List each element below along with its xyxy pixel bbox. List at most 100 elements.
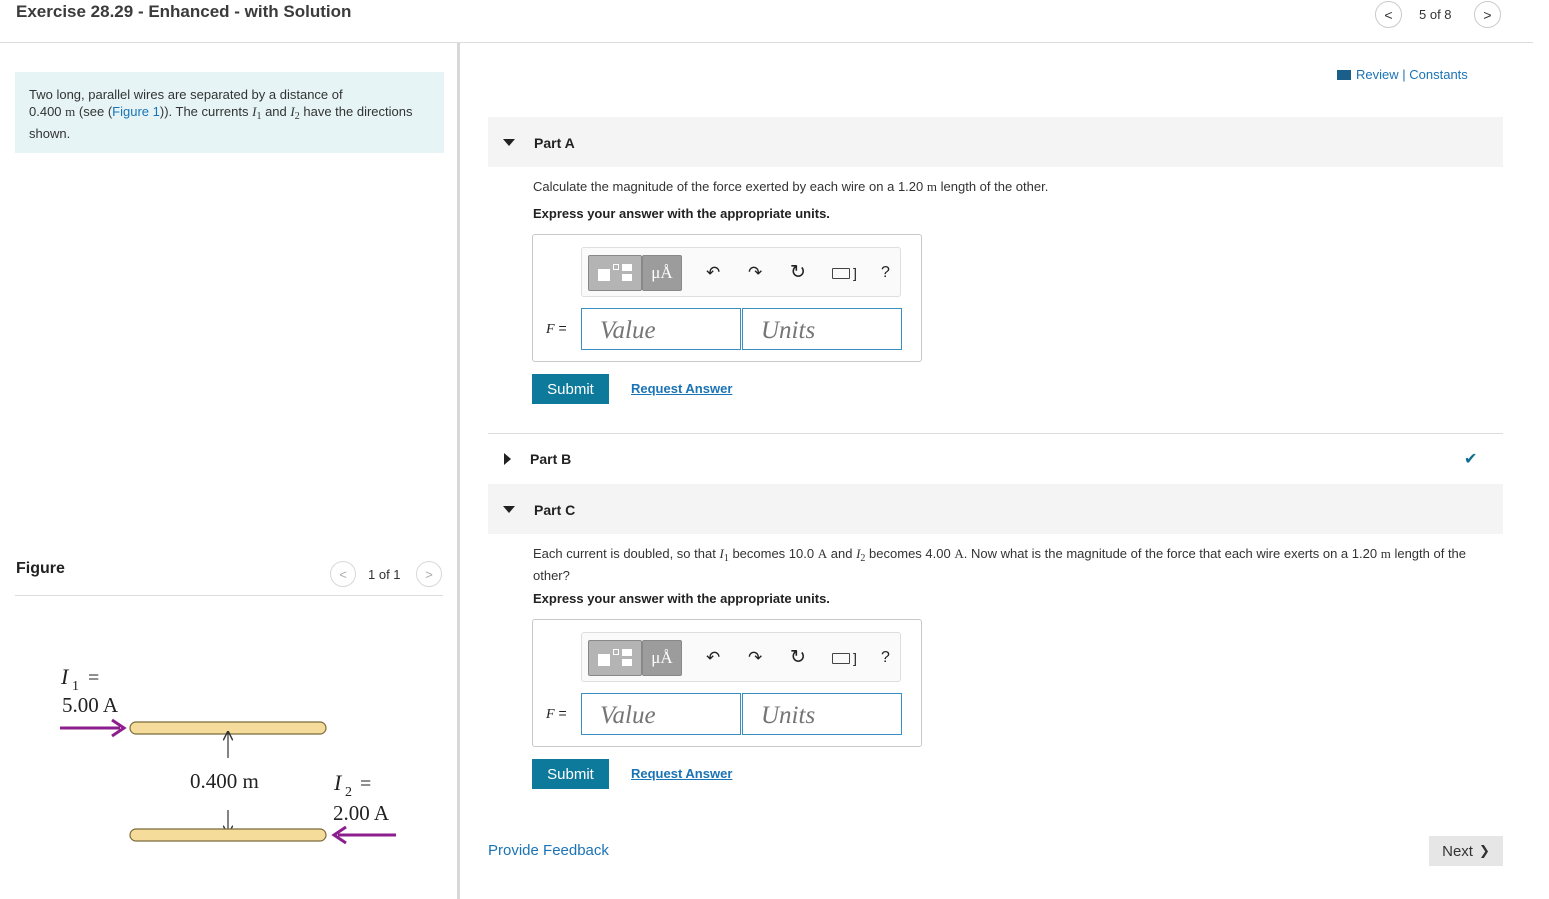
question-text: length of the other. [940, 179, 1049, 194]
answer-variable: F = [546, 705, 567, 723]
chevron-right-icon: > [425, 566, 433, 582]
question-text: becomes 10.0 [732, 546, 815, 561]
variable-f: F [546, 707, 555, 722]
keyboard-icon[interactable] [832, 268, 850, 279]
i1-symbol: I [60, 664, 70, 689]
template-block [598, 269, 610, 281]
length-value: 1.20 [897, 179, 924, 194]
unit-a: A [817, 546, 828, 561]
next-item-button[interactable]: > [1474, 1, 1501, 28]
i1-equals: = [88, 667, 99, 689]
part-divider [488, 433, 1503, 434]
figure-diagram: I 1 = 5.00 A 0.400 m I 2 = 2.00 A [60, 664, 396, 845]
math-toolbar: μÅ ↶ ↷ ↻ ] ? [581, 247, 901, 297]
answer-variable: F = [546, 320, 567, 338]
unit-m: m [65, 104, 76, 119]
template-block [622, 274, 632, 281]
problem-intro: Two long, parallel wires are separated b… [15, 72, 444, 153]
intro-text: and [265, 104, 287, 119]
link-separator: | [1402, 67, 1406, 82]
question-text: . Now what is the magnitude of the force… [963, 546, 1378, 561]
template-block [598, 654, 610, 666]
constants-link[interactable]: Constants [1409, 67, 1468, 82]
equals-sign: = [558, 705, 567, 721]
figure-pager: 1 of 1 [368, 567, 401, 582]
unit-a: A [954, 546, 964, 561]
part-a-question: Calculate the magnitude of the force exe… [533, 178, 1048, 195]
part-c-submit-button[interactable]: Submit [532, 759, 609, 789]
keyboard-bracket: ] [853, 265, 857, 281]
current-subscript: 1 [256, 111, 262, 122]
part-a-label: Part A [534, 135, 575, 151]
i2-equals: = [360, 773, 371, 795]
part-c-header[interactable]: Part C [488, 484, 1503, 534]
provide-feedback-link[interactable]: Provide Feedback [488, 842, 609, 859]
math-toolbar: μÅ ↶ ↷ ↻ ] ? [581, 632, 901, 682]
equals-sign: = [558, 320, 567, 336]
caret-right-icon [504, 453, 511, 465]
figure-divider [15, 595, 443, 596]
units-button[interactable]: μÅ [642, 255, 682, 291]
i2-subscript: 2 [345, 785, 352, 800]
part-a-request-answer-link[interactable]: Request Answer [631, 381, 732, 396]
unit-m: m [926, 179, 938, 194]
units-button[interactable]: μÅ [642, 640, 682, 676]
reset-icon[interactable]: ↻ [790, 646, 806, 669]
undo-icon[interactable]: ↶ [706, 263, 720, 283]
part-c-request-answer-link[interactable]: Request Answer [631, 766, 732, 781]
caret-down-icon [503, 506, 515, 513]
previous-item-button[interactable]: < [1375, 1, 1402, 28]
column-divider[interactable] [457, 43, 460, 899]
question-text: Each current is doubled, so that [533, 546, 716, 561]
wire-bottom [129, 828, 327, 842]
value-input[interactable] [581, 308, 741, 350]
part-c-question: Each current is doubled, so that I1 beco… [533, 545, 1503, 584]
template-block [613, 649, 619, 655]
keyboard-icon[interactable] [832, 653, 850, 664]
redo-icon[interactable]: ↷ [748, 648, 762, 668]
template-block [622, 659, 632, 666]
figure-next-button[interactable]: > [416, 561, 442, 587]
caret-down-icon [503, 139, 515, 146]
i2-value: 2.00 A [333, 801, 390, 825]
help-icon[interactable]: ? [881, 649, 890, 667]
chevron-right-icon: > [1483, 6, 1492, 23]
part-a-submit-button[interactable]: Submit [532, 374, 609, 404]
value-input[interactable] [581, 693, 741, 735]
review-constants: Review | Constants [1337, 67, 1468, 82]
template-block [613, 264, 619, 270]
units-input[interactable] [742, 693, 902, 735]
redo-icon[interactable]: ↷ [748, 263, 762, 283]
undo-icon[interactable]: ↶ [706, 648, 720, 668]
intro-text: (see ( [78, 104, 113, 119]
review-link[interactable]: Review [1356, 67, 1399, 82]
question-text: and [830, 546, 853, 561]
part-c-instruction: Express your answer with the appropriate… [533, 591, 830, 606]
current-subscript: 2 [860, 553, 866, 564]
variable-f: F [546, 322, 555, 337]
current-subscript: 1 [723, 553, 729, 564]
figure-prev-button[interactable]: < [330, 561, 356, 587]
reset-icon[interactable]: ↻ [790, 261, 806, 284]
help-icon[interactable]: ? [881, 264, 890, 282]
units-input[interactable] [742, 308, 902, 350]
i1-subscript: 1 [72, 679, 79, 694]
i2-symbol: I [333, 770, 343, 795]
templates-button[interactable] [588, 640, 642, 676]
part-b-label: Part B [530, 451, 572, 467]
next-button[interactable]: Next ❯ [1429, 836, 1503, 866]
templates-button[interactable] [588, 255, 642, 291]
separation-label: 0.400 m [190, 769, 259, 793]
chevron-left-icon: < [339, 566, 347, 582]
figure-link[interactable]: Figure 1 [112, 104, 160, 119]
part-a-header[interactable]: Part A [488, 117, 1503, 167]
intro-text: Two long, parallel wires are separated b… [29, 87, 343, 102]
template-block [622, 649, 632, 656]
item-pager: 5 of 8 [1419, 7, 1452, 22]
part-a-instruction: Express your answer with the appropriate… [533, 206, 830, 221]
page-title: Exercise 28.29 - Enhanced - with Solutio… [16, 2, 352, 21]
book-icon [1337, 70, 1351, 80]
i1-value: 5.00 A [62, 693, 119, 717]
part-b-header[interactable]: Part B ✔ [488, 438, 1503, 480]
part-c-label: Part C [534, 502, 576, 518]
